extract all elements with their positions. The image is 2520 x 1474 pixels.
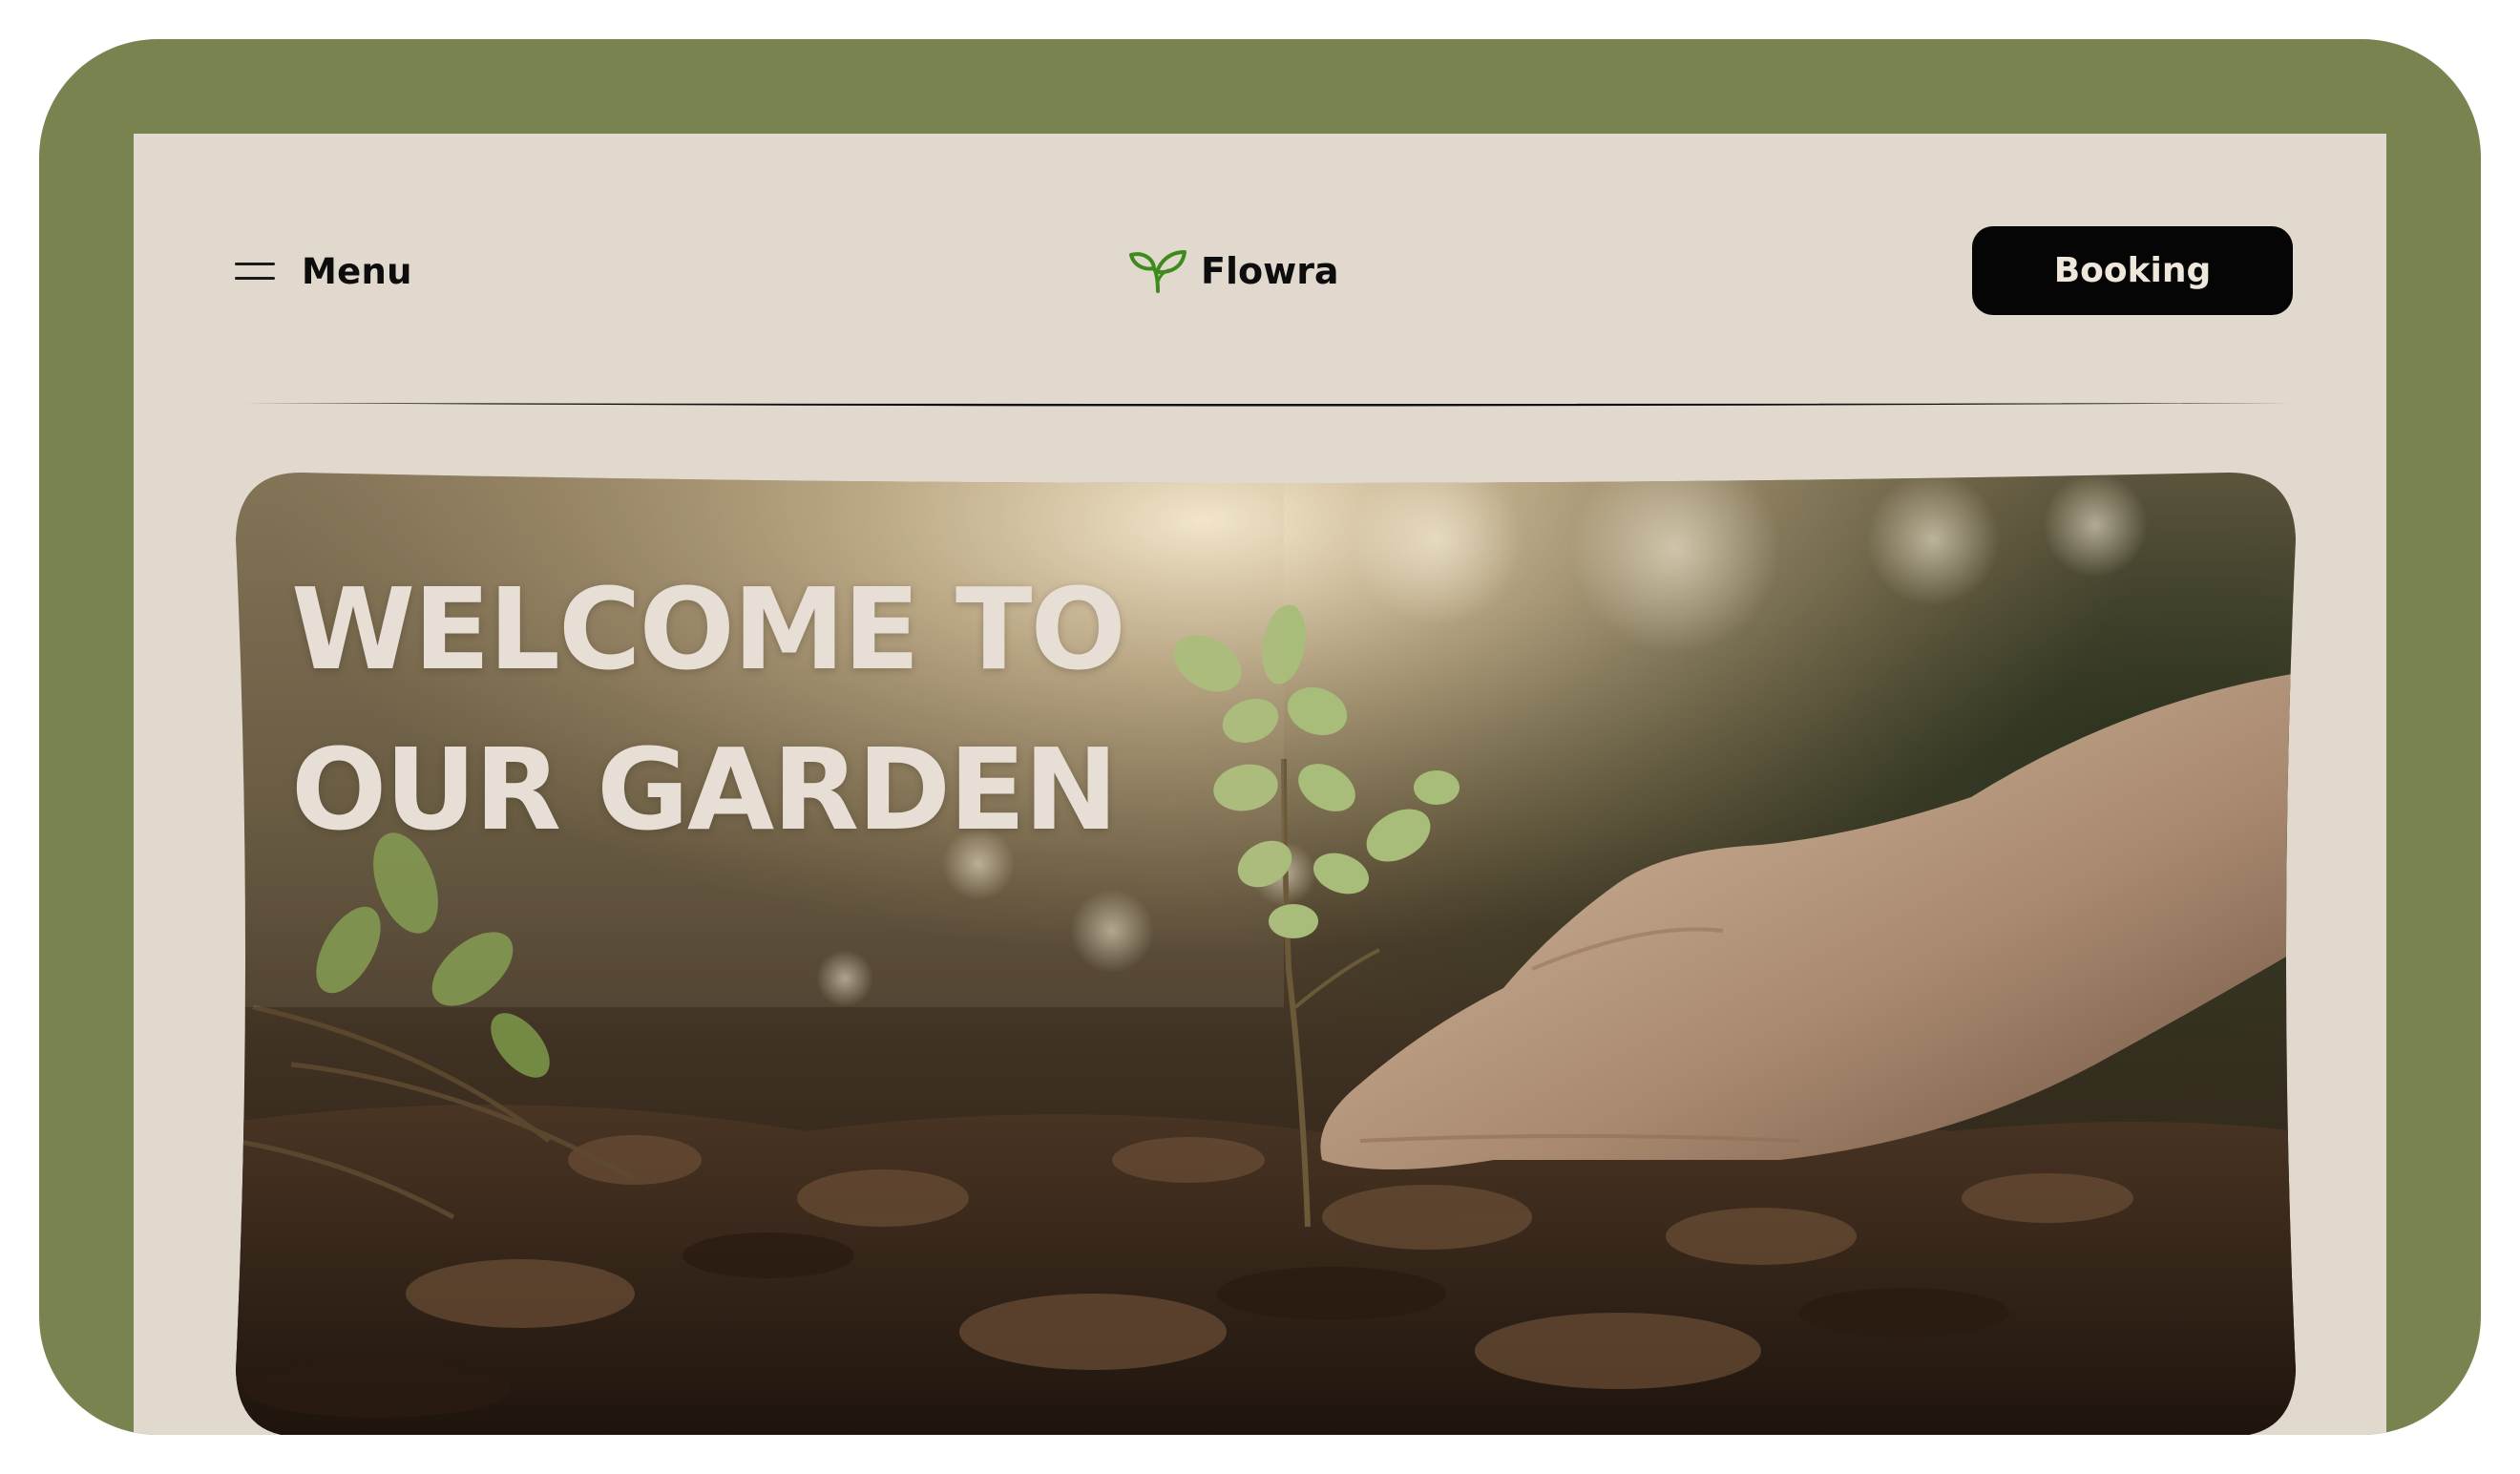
sprout-icon	[1129, 250, 1186, 293]
header-divider	[239, 403, 2291, 407]
hero-title-line-2: OUR GARDEN	[291, 724, 1118, 855]
device-frame: Menu Flowra Booking WELCOME TO OUR GARDE…	[39, 39, 2481, 1435]
menu-button[interactable]: Menu	[235, 248, 412, 294]
hamburger-icon	[235, 259, 275, 284]
hero-banner: WELCOME TO OUR GARDEN	[234, 473, 2298, 1435]
hero-title: WELCOME TO OUR GARDEN	[291, 549, 1126, 870]
web-page: Menu Flowra Booking WELCOME TO OUR GARDE…	[134, 134, 2386, 1435]
hero-title-line-1: WELCOME TO	[291, 563, 1126, 695]
booking-button[interactable]: Booking	[1972, 226, 2293, 315]
menu-label: Menu	[302, 250, 412, 292]
brand-name: Flowra	[1201, 250, 1339, 292]
brand-logo[interactable]: Flowra	[1128, 243, 1339, 299]
